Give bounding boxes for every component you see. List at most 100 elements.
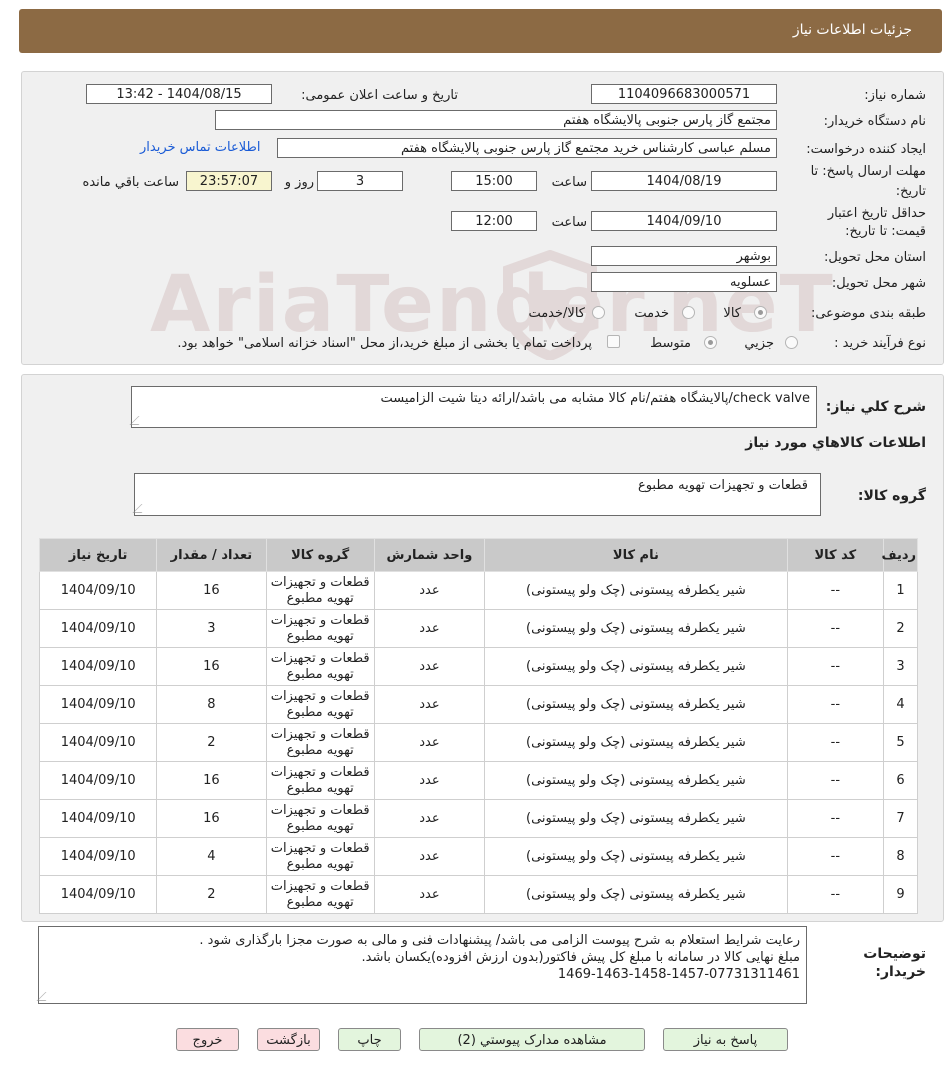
table-row: 3 -- شیر یکطرفه پیستونی (چک ولو پیستونی) عد… (38, 647, 919, 686)
category-goods-label: کالا (723, 306, 741, 321)
announce-datetime-field: 1404/08/15 - 13:42 (86, 84, 272, 104)
category-both-radio[interactable] (592, 306, 605, 319)
deadline-label-line2: تاریخ: (895, 184, 926, 199)
validity-date-field: 1404/09/10 (591, 211, 777, 231)
table-row: 5 -- شیر یکطرفه پیستونی (چک ولو پیستونی) عد… (38, 723, 919, 762)
remaining-days-field: 3 (317, 171, 403, 191)
goods-group-textarea[interactable]: قطعات و تجهیزات تهویه مطبوع (132, 473, 821, 516)
cell-qty: 2 (156, 723, 267, 762)
reply-button[interactable]: پاسخ به نیاز (663, 1028, 788, 1051)
cell-code: -- (786, 761, 884, 800)
cell-qty: 2 (156, 875, 267, 914)
cell-name: شیر یکطرفه پیستونی (چک ولو پیستونی) (484, 875, 788, 914)
process-small-radio[interactable] (785, 336, 798, 349)
goods-group-text: قطعات و تجهیزات تهویه مطبوع (637, 478, 808, 493)
cell-row: 2 (882, 609, 919, 648)
cell-qty: 8 (156, 685, 267, 724)
cell-row: 3 (882, 647, 919, 686)
requester-label: ایجاد کننده درخواست: (806, 142, 926, 157)
cell-date: 1404/09/10 (38, 875, 158, 914)
cell-name: شیر یکطرفه پیستونی (چک ولو پیستونی) (484, 799, 788, 838)
city-field: عسلویه (591, 272, 777, 292)
cell-date: 1404/09/10 (38, 723, 158, 762)
cell-code: -- (786, 685, 884, 724)
cell-code: -- (786, 837, 884, 876)
buyer-contact-link[interactable]: اطلاعات تماس خریدار (140, 140, 260, 155)
buyer-notes-label-line2: خریدار: (875, 964, 926, 980)
cell-name: شیر یکطرفه پیستونی (چک ولو پیستونی) (484, 723, 788, 762)
cell-row: 6 (882, 761, 919, 800)
cell-unit: عدد (373, 647, 486, 686)
goods-group-label: گروه کالا: (857, 488, 926, 504)
remaining-time-field: 23:57:07 (186, 171, 272, 191)
treasury-payment-checkbox[interactable] (607, 335, 620, 348)
cell-row: 8 (882, 837, 919, 876)
page-header: جزئیات اطلاعات نیاز (19, 9, 942, 53)
cell-group: قطعات و تجهیزات تهویه مطبوع (265, 609, 375, 648)
cell-code: -- (786, 723, 884, 762)
table-header-row: رديف کد کالا نام کالا واحد شمارش گروه کا… (38, 538, 919, 572)
process-medium-radio[interactable] (704, 336, 717, 349)
cell-qty: 16 (156, 571, 267, 610)
resize-grip-icon (132, 504, 151, 513)
cell-group: قطعات و تجهیزات تهویه مطبوع (265, 571, 375, 610)
category-service-label: خدمت (634, 306, 669, 321)
category-goods-radio[interactable] (754, 306, 767, 319)
cell-unit: عدد (373, 761, 486, 800)
general-desc-textarea[interactable]: check valve/پالایشگاه هفتم/نام کالا مشاب… (129, 386, 817, 428)
cell-code: -- (786, 647, 884, 686)
cell-date: 1404/09/10 (38, 609, 158, 648)
resize-grip-icon (36, 992, 55, 1001)
cell-row: 7 (882, 799, 919, 838)
cell-code: -- (786, 875, 884, 914)
cell-qty: 16 (156, 799, 267, 838)
table-body: 1 -- شیر یکطرفه پیستونی (چک ولو پیستونی) عد… (38, 571, 919, 914)
table-row: 2 -- شیر یکطرفه پیستونی (چک ولو پیستونی) عد… (38, 609, 919, 648)
resize-grip-icon (129, 416, 148, 425)
cell-date: 1404/09/10 (38, 647, 158, 686)
category-service-radio[interactable] (682, 306, 695, 319)
buyer-notes-textarea[interactable]: رعایت شرایط استعلام به شرح پیوست الزامی … (36, 926, 807, 1004)
back-button[interactable]: بازگشت (257, 1028, 320, 1051)
cell-row: 4 (882, 685, 919, 724)
category-both-label: کالا/خدمت (528, 306, 585, 321)
category-label: طبقه بندی موضوعی: (810, 306, 926, 321)
cell-unit: عدد (373, 875, 486, 914)
remaining-label: ساعت باقي مانده (82, 175, 179, 190)
buyer-note-line: 1469-1463-1458-1457-07731311461 (557, 967, 800, 982)
exit-button[interactable]: خروج (176, 1028, 239, 1051)
cell-qty: 16 (156, 647, 267, 686)
cell-date: 1404/09/10 (38, 837, 158, 876)
cell-unit: عدد (373, 723, 486, 762)
cell-name: شیر یکطرفه پیستونی (چک ولو پیستونی) (484, 609, 788, 648)
validity-time-field: 12:00 (451, 211, 537, 231)
col-code-header: کد کالا (786, 538, 884, 572)
page-title: جزئیات اطلاعات نیاز (792, 22, 912, 38)
deadline-time-field: 15:00 (451, 171, 537, 191)
col-row-header: رديف (881, 538, 919, 572)
table-row: 4 -- شیر یکطرفه پیستونی (چک ولو پیستونی) عد… (38, 685, 919, 724)
requester-field: مسلم عباسی کارشناس خرید مجتمع گاز پارس ج… (277, 138, 777, 158)
days-label: روز و (284, 175, 314, 190)
payment-note: پرداخت تمام یا بخشی از مبلغ خرید،از محل … (177, 336, 592, 351)
table-row: 1 -- شیر یکطرفه پیستونی (چک ولو پیستونی) عد… (38, 571, 919, 610)
process-small-label: جزیي (744, 336, 774, 351)
col-qty-header: تعداد / مقدار (156, 538, 267, 572)
buyer-label: نام دستگاه خریدار: (823, 114, 926, 129)
goods-table: رديف کد کالا نام کالا واحد شمارش گروه کا… (38, 538, 919, 914)
col-unit-header: واحد شمارش (373, 538, 486, 572)
buyer-notes-label-line1: توضیحات (863, 946, 926, 962)
cell-unit: عدد (373, 609, 486, 648)
cell-row: 1 (882, 571, 919, 610)
validity-time-label: ساعت (551, 215, 587, 230)
cell-group: قطعات و تجهیزات تهویه مطبوع (265, 799, 375, 838)
cell-code: -- (786, 799, 884, 838)
province-field: بوشهر (591, 246, 777, 266)
print-button[interactable]: چاپ (338, 1028, 401, 1051)
cell-qty: 3 (156, 609, 267, 648)
cell-unit: عدد (373, 837, 486, 876)
attachments-button[interactable]: مشاهده مدارک پیوستي (2) (419, 1028, 645, 1051)
cell-name: شیر یکطرفه پیستونی (چک ولو پیستونی) (484, 685, 788, 724)
cell-unit: عدد (373, 685, 486, 724)
process-label: نوع فرآیند خرید : (834, 336, 926, 351)
